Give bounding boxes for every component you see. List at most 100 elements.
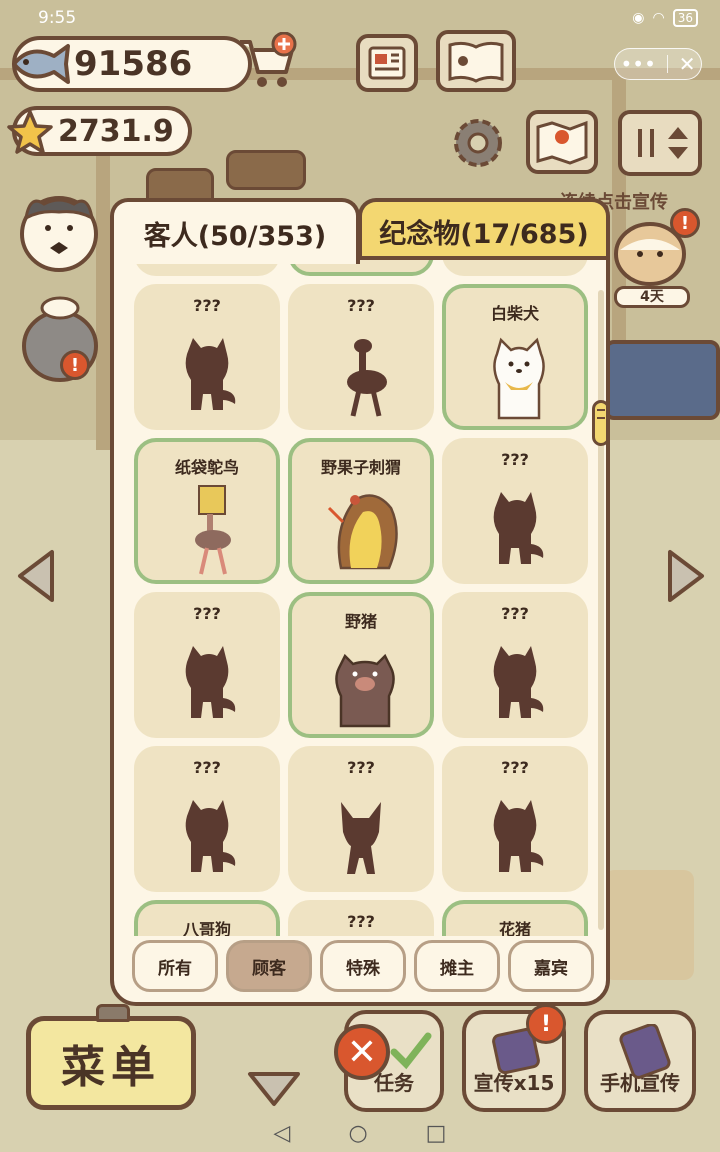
tab-souvenirs[interactable]: 纪念物(17/685) bbox=[358, 198, 610, 260]
wifi-icon: ◠ bbox=[652, 10, 665, 26]
customer-name: ??? bbox=[193, 604, 221, 623]
customer-card[interactable]: ??? bbox=[134, 746, 280, 892]
shop-cart-icon[interactable] bbox=[236, 32, 298, 92]
left-arrow-icon[interactable] bbox=[14, 546, 58, 606]
customer-name: 纸袋鸵鸟 bbox=[174, 458, 239, 477]
fish-count: 91586 bbox=[74, 44, 193, 84]
customer-card[interactable]: ??? bbox=[442, 438, 588, 584]
close-icon[interactable]: ✕ bbox=[679, 52, 696, 76]
eye-icon: ◉ bbox=[632, 10, 645, 26]
bat-silhouette-icon bbox=[341, 802, 381, 874]
recents-icon[interactable]: □ bbox=[426, 1121, 447, 1146]
map-icon bbox=[536, 120, 588, 165]
dog-silhouette-icon bbox=[493, 646, 544, 718]
customer-card[interactable]: ??? bbox=[442, 592, 588, 738]
home-icon[interactable]: ○ bbox=[348, 1121, 367, 1146]
scroll-track[interactable] bbox=[598, 290, 604, 930]
customer-card[interactable]: ??? bbox=[134, 284, 280, 430]
menu-clip bbox=[96, 1004, 130, 1022]
clock: 9:55 bbox=[38, 8, 77, 28]
customer-name: ??? bbox=[501, 604, 529, 623]
system-nav-bar: ◁ ○ □ bbox=[0, 1114, 720, 1152]
settings-button[interactable] bbox=[446, 112, 510, 174]
customer-grid: ?????? 白柴犬纸袋鸵鸟 野果子刺猬?????? 野猪???????????? 八哥… bbox=[132, 260, 592, 936]
sort-button[interactable] bbox=[618, 110, 702, 176]
filter-bar: 所有 顾客 特殊 摊主 嘉宾 bbox=[132, 940, 602, 996]
customer-name: 白柴犬 bbox=[490, 304, 539, 323]
tab-customers[interactable]: 客人(50/353) bbox=[110, 198, 360, 264]
alert-badge-icon: ! bbox=[60, 350, 90, 380]
customer-card[interactable]: ??? bbox=[134, 592, 280, 738]
filter-button[interactable]: 所有 bbox=[132, 940, 218, 992]
customer-card[interactable]: 野猪 bbox=[288, 592, 434, 738]
newspaper-icon bbox=[368, 46, 406, 80]
customer-name: ??? bbox=[501, 450, 529, 469]
customer-name: ??? bbox=[501, 758, 529, 777]
customer-name: ??? bbox=[347, 912, 375, 931]
dog-silhouette-icon bbox=[493, 800, 544, 872]
customer-card[interactable]: 纸袋鸵鸟 bbox=[134, 438, 280, 584]
paperbag-ostrich-icon bbox=[195, 485, 231, 575]
alert-badge-icon: ! bbox=[670, 208, 700, 238]
berry-hedgehog-icon bbox=[327, 494, 398, 570]
filter-button[interactable]: 嘉宾 bbox=[508, 940, 594, 992]
dog-silhouette-icon bbox=[185, 800, 236, 872]
gear-icon bbox=[454, 119, 502, 167]
alert-badge-icon: ! bbox=[526, 1004, 566, 1044]
filter-button[interactable]: 顾客 bbox=[226, 940, 312, 992]
phone-icon bbox=[619, 1024, 671, 1079]
customer-card[interactable]: 花猪 bbox=[442, 900, 588, 936]
phone-promo-button[interactable]: 手机宣传 bbox=[584, 1010, 696, 1112]
days-remaining-badge: 4天 bbox=[614, 286, 690, 308]
star-icon bbox=[7, 110, 53, 154]
dog-silhouette-icon bbox=[185, 338, 236, 410]
ostrich-silhouette-icon bbox=[347, 339, 387, 417]
customer-card[interactable]: 野果子刺猬 bbox=[288, 438, 434, 584]
checkmark-icon bbox=[390, 1032, 432, 1070]
collection-dialog: 客人(50/353) 纪念物(17/685) ?????? 白柴犬纸袋鸵鸟 野果子刺… bbox=[110, 198, 610, 1006]
close-dialog-button[interactable]: ✕ bbox=[334, 1024, 390, 1080]
customer-card-partial bbox=[442, 260, 588, 276]
dog-silhouette-icon bbox=[185, 646, 236, 718]
customer-card[interactable]: 八哥狗 bbox=[134, 900, 280, 936]
customer-name: ??? bbox=[193, 296, 221, 315]
chevron-down-icon[interactable] bbox=[246, 1068, 302, 1108]
wild-boar-icon bbox=[335, 653, 395, 728]
sort-icon bbox=[638, 127, 688, 159]
picture-frame bbox=[226, 150, 306, 190]
dog-silhouette-icon bbox=[493, 492, 544, 564]
tuxedo-cat-icon[interactable] bbox=[18, 184, 100, 272]
counter-window bbox=[604, 340, 720, 420]
customer-card[interactable]: ??? bbox=[288, 900, 434, 936]
battery-icon: 36 bbox=[672, 9, 698, 27]
customer-card[interactable]: ??? bbox=[288, 746, 434, 892]
customer-name: 八哥狗 bbox=[182, 920, 231, 936]
customer-card[interactable]: 白柴犬 bbox=[442, 284, 588, 430]
customer-name: ??? bbox=[193, 758, 221, 777]
scroll-thumb[interactable] bbox=[592, 400, 606, 446]
menu-button[interactable]: 菜单 bbox=[26, 1016, 196, 1110]
customer-card[interactable]: ??? bbox=[442, 746, 588, 892]
white-shiba-icon bbox=[493, 337, 545, 420]
customer-name: ??? bbox=[347, 758, 375, 777]
mini-program-capsule: ••• ✕ bbox=[614, 48, 702, 80]
right-arrow-icon[interactable] bbox=[664, 546, 708, 606]
fish-icon bbox=[12, 44, 70, 84]
customer-card[interactable]: ??? bbox=[288, 284, 434, 430]
customer-name: 野果子刺猬 bbox=[320, 458, 401, 477]
filter-button[interactable]: 特殊 bbox=[320, 940, 406, 992]
customer-name: 花猪 bbox=[498, 920, 531, 936]
status-bar: 9:55 ◉ ◠ 36 bbox=[0, 0, 720, 36]
star-count: 2731.9 bbox=[58, 113, 174, 149]
paw-book-icon bbox=[448, 41, 504, 83]
drinks-shelf bbox=[604, 870, 694, 980]
customer-name: 野猪 bbox=[344, 612, 377, 631]
collection-panel: ?????? 白柴犬纸袋鸵鸟 野果子刺猬?????? 野猪???????????? 八哥… bbox=[110, 256, 610, 1006]
filter-button[interactable]: 摊主 bbox=[414, 940, 500, 992]
more-icon[interactable]: ••• bbox=[620, 52, 655, 76]
back-icon[interactable]: ◁ bbox=[274, 1121, 291, 1146]
paw-book-button[interactable] bbox=[436, 30, 516, 92]
map-button[interactable] bbox=[526, 110, 598, 174]
customer-name: ??? bbox=[347, 296, 375, 315]
newspaper-button[interactable] bbox=[356, 34, 418, 92]
